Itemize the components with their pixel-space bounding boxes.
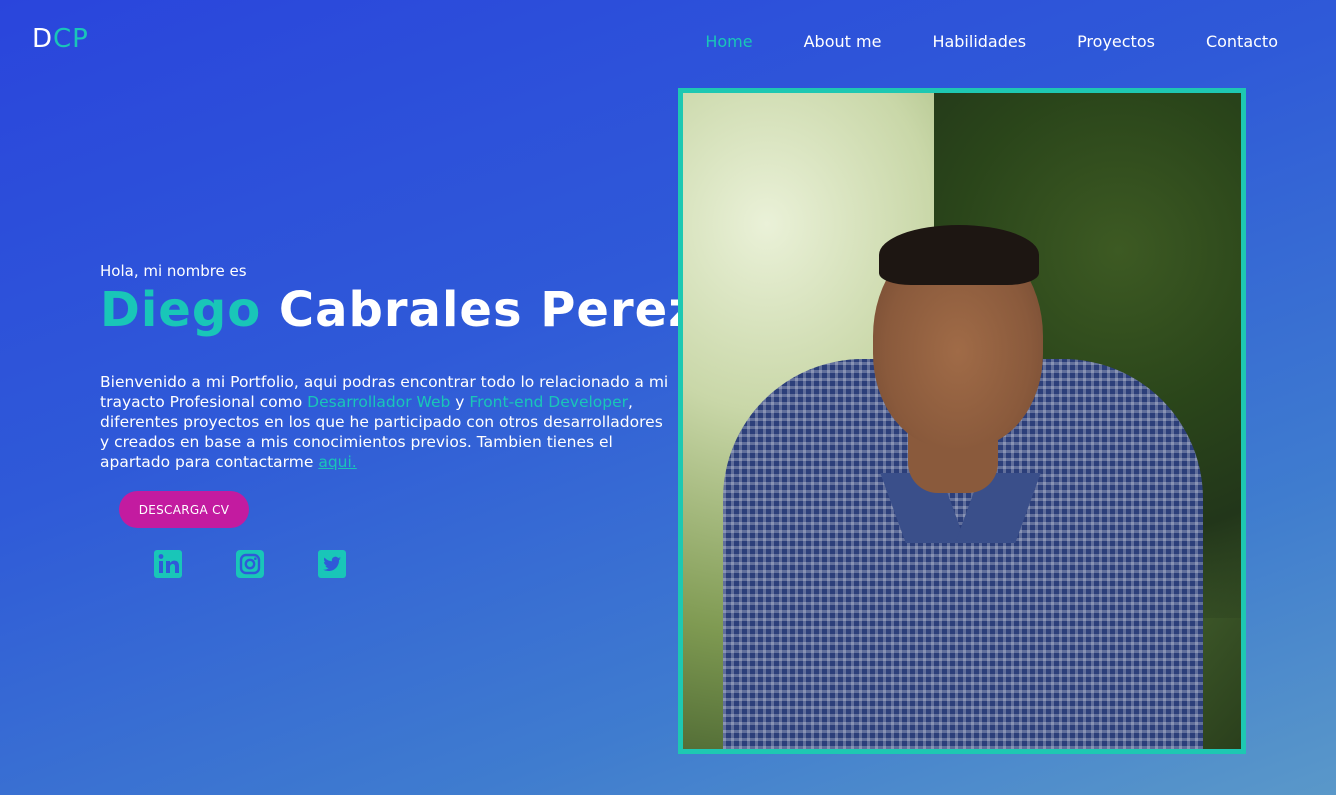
highlight-frontend-developer: Front-end Developer (469, 393, 629, 411)
nav-home[interactable]: Home (705, 32, 752, 51)
main-nav: Home About me Habilidades Proyectos Cont… (654, 32, 1278, 51)
linkedin-icon[interactable] (153, 549, 183, 579)
intro-description: Bienvenido a mi Portfolio, aqui podras e… (100, 372, 675, 472)
page-title: Diego Cabrales Perez (100, 282, 697, 338)
first-name: Diego (100, 282, 262, 338)
nav-about-me[interactable]: About me (804, 32, 882, 51)
instagram-icon[interactable] (235, 549, 265, 579)
site-logo[interactable]: DCP (32, 24, 89, 54)
contact-link[interactable]: aqui. (318, 453, 356, 471)
logo-letters-cp: CP (53, 24, 89, 54)
last-name: Cabrales Perez (278, 282, 698, 338)
download-cv-button[interactable]: DESCARGA CV (119, 491, 249, 528)
greeting-text: Hola, mi nombre es (100, 262, 247, 280)
logo-letter-d: D (32, 24, 54, 54)
nav-habilidades[interactable]: Habilidades (932, 32, 1026, 51)
desc-and: y (450, 393, 470, 411)
nav-contacto[interactable]: Contacto (1206, 32, 1278, 51)
profile-photo-frame (678, 88, 1246, 754)
twitter-icon[interactable] (317, 549, 347, 579)
nav-proyectos[interactable]: Proyectos (1077, 32, 1155, 51)
highlight-web-developer: Desarrollador Web (307, 393, 451, 411)
profile-photo (683, 93, 1241, 749)
